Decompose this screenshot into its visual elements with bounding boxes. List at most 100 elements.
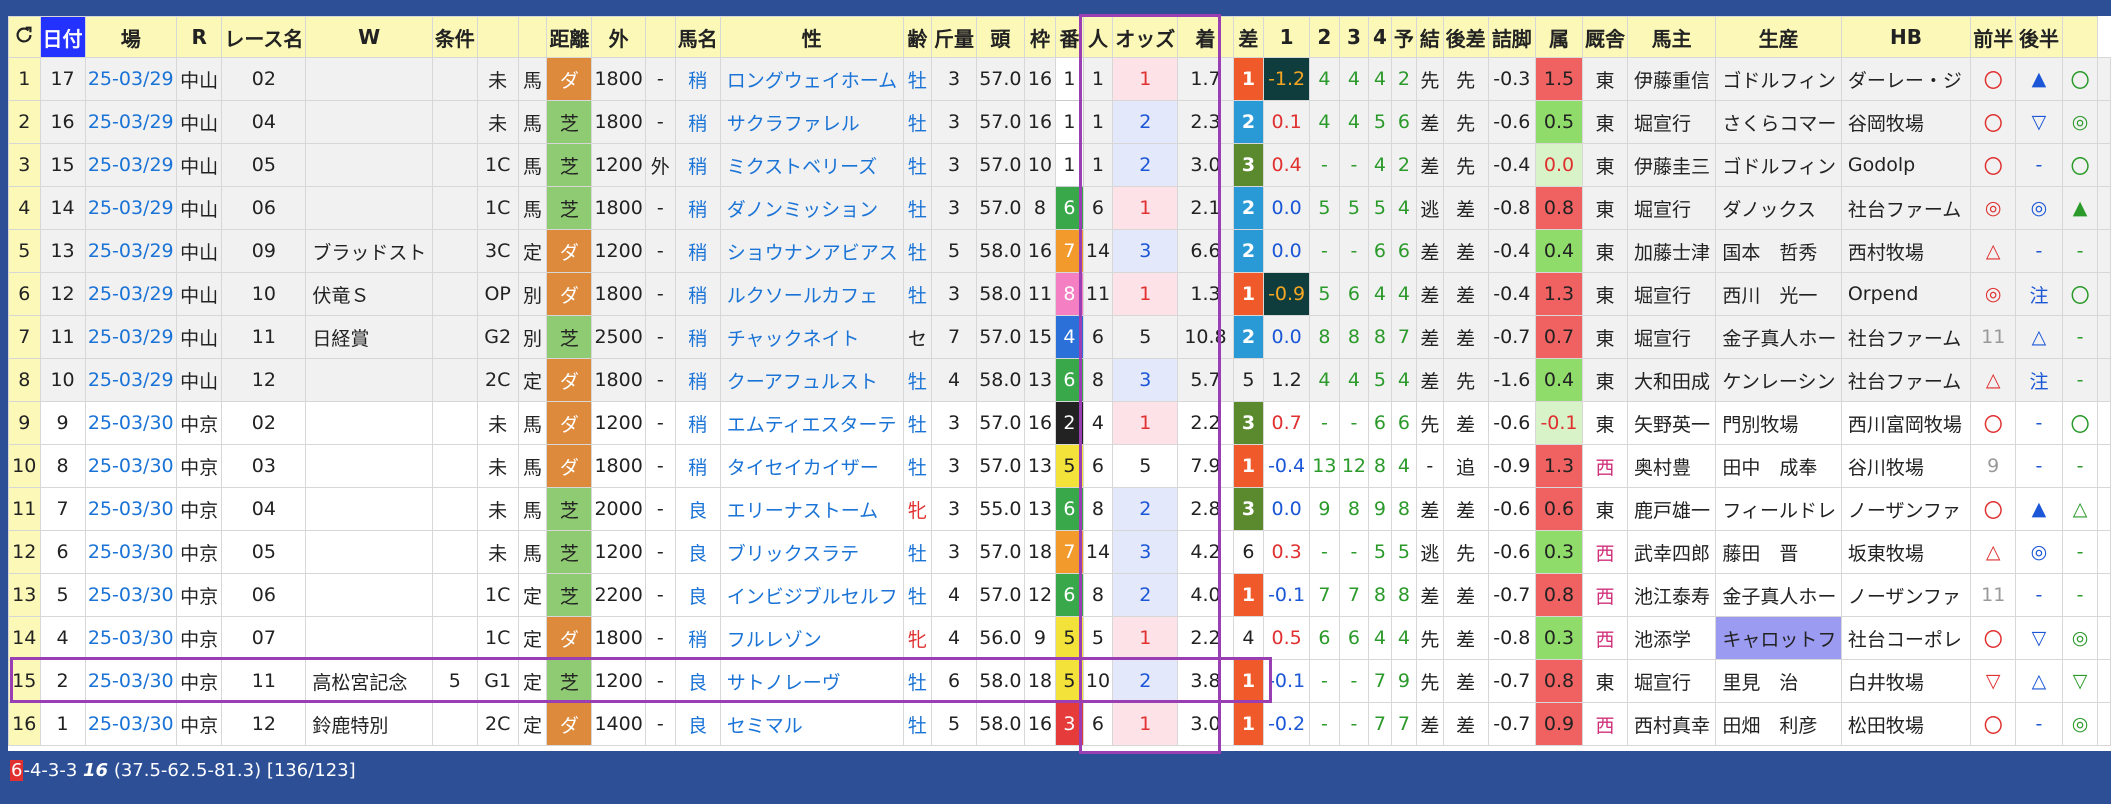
cell-diff: 0.0 [1263,186,1311,230]
cell-date[interactable]: 25-03/29 [84,358,177,402]
cell-race [305,487,433,531]
cell-p3: 4 [1368,272,1392,316]
cell-horse[interactable]: チャックネイト [719,315,904,359]
cell-breeder: 社台コーポレ [1840,616,1972,660]
cell-date[interactable]: 25-03/29 [84,100,177,144]
table-row[interactable]: 14 4 25-03/30 中京 07 1C 定ダ 1800- 稍フルレゾン牝 4 56.0 9 5 5 1… [8,616,2111,660]
cell-zen: ▲ [2015,57,2063,101]
cell-horse[interactable]: エムティエスターテ [719,401,904,445]
table-row[interactable]: 2 16 25-03/29 中山 04 未馬芝 1800- 稍サクラファレル牡 3 57.0 16 1… [8,100,2111,144]
cell-out: - [644,229,676,273]
cell-race [305,57,433,101]
cell-pop: 5 [1112,444,1179,488]
cell-horse[interactable]: エリーナストーム [719,487,904,531]
cell-horse[interactable]: クーアフュルスト [719,358,904,402]
cell-age: 3 [931,272,978,316]
cell-stable: 池添学 [1626,616,1717,660]
cell-horse[interactable]: ミクストベリーズ [719,143,904,187]
table-row[interactable]: 9 9 25-03/30 中京 02 未馬ダ 1200- 稍エムティエスターテ牡 3 57.0 16… [8,401,2111,445]
cell-horse[interactable]: サクラファレル [719,100,904,144]
table-row[interactable]: 13 5 25-03/30 中京 06 1C 定芝 2200- 良インビジブルセルフ牡 4 57.0… [8,573,2111,617]
cell-date[interactable]: 25-03/30 [84,401,177,445]
cell-w [431,272,478,316]
cell-p1: - [1309,143,1340,187]
cell-horse[interactable]: ルクソールカフェ [719,272,904,316]
cell-surf: ダ [546,616,593,660]
cell-place: 中京 [175,616,223,660]
table-row[interactable]: 5 13 25-03/29 中山 09 ブラッドスト 3C 定ダ 1200- 稍ショウナンアビアス… [8,229,2111,273]
cell-ke: 先 [1442,143,1489,187]
cell-wt: 58.0 [976,358,1025,402]
cell-date[interactable]: 25-03/29 [84,315,177,359]
table-row[interactable]: 6 12 25-03/29 中山 10 伏竜Ｓ OP 別ダ 1800- 稍ルクソールカフェ牡 3 58… [8,272,2111,316]
cell-breeder: 松田牧場 [1840,702,1972,746]
cell-horse[interactable]: サトノレーヴ [719,659,904,703]
cell-date[interactable]: 25-03/29 [84,186,177,230]
cell-breeder: 社台ファーム [1840,358,1972,402]
table-header-row: 日付場 R レース名 W 条件 距離外馬名性齢斤量頭枠番人オッズ着差 1 2 3 4 予結後差 詰脚属… [8,16,2111,58]
cell-owner: 門別牧場 [1715,401,1842,445]
cell-date[interactable]: 25-03/29 [84,57,177,101]
table-row[interactable]: 12 6 25-03/30 中京 05 未馬芝 1200- 良ブリックスラテ牡 3 57.0 18 7… [8,530,2111,574]
cell-date[interactable]: 25-03/30 [84,573,177,617]
refresh-icon[interactable] [8,16,41,58]
table-row[interactable]: 4 14 25-03/29 中山 06 1C 馬芝 1800- 稍ダノンミッション牡 3 57.0 8… [8,186,2111,230]
table-row[interactable]: 15 2 25-03/30 中京 11 高松宮記念 5 G1 定芝 1200- 良サトノレーヴ牡 6 5… [8,659,2111,703]
cell-ato: -0.4 [1487,143,1537,187]
cell-horse[interactable]: セミマル [719,702,904,746]
cell-diff: -0.9 [1263,272,1311,316]
cell-yo: 差 [1416,100,1444,144]
cell-zen: - [2015,444,2063,488]
cell-ato: -0.4 [1487,229,1537,273]
table-row[interactable]: 7 11 25-03/29 中山 11 日経賞 G2 別芝 2500- 稍チャックネイトセ 7 57.… [8,315,2111,359]
cell-odds: 2.8 [1177,487,1234,531]
cell-wt: 57.0 [976,143,1025,187]
cell-w [431,100,478,144]
cell-horse[interactable]: ショウナンアビアス [719,229,904,273]
cell-horse[interactable]: インビジブルセルフ [719,573,904,617]
cell-owner: フィールドレ [1715,487,1842,531]
cell-cond: 良 [674,659,721,703]
cell-date[interactable]: 25-03/30 [84,530,177,574]
table-row[interactable]: 10 8 25-03/30 中京 03 未馬ダ 1800- 稍タイセイカイザー牡 3 57.0 13… [8,444,2111,488]
cell-dist: 1800 [591,57,646,101]
cell-wt: 57.0 [976,315,1025,359]
cell-heads: 18 [1023,530,1057,574]
cell-date[interactable]: 25-03/29 [84,143,177,187]
cell-date[interactable]: 25-03/30 [84,616,177,660]
table-row[interactable]: 1 17 25-03/29 中山 02 未馬ダ 1800- 稍ロングウェイホーム牡 3 57.0 1… [8,57,2111,101]
cell-date[interactable]: 25-03/29 [84,272,177,316]
cell-horse[interactable]: フルレゾン [719,616,904,660]
table-row[interactable]: 3 15 25-03/29 中山 05 1C 馬芝 1200 外稍ミクストベリーズ牡 3 57.0 1… [8,143,2111,187]
table-row[interactable]: 8 10 25-03/29 中山 12 2C 定ダ 1800- 稍クーアフュルスト牡 4 58.0 1… [8,358,2111,402]
cell-p4: 7 [1390,702,1418,746]
cell-date[interactable]: 25-03/29 [84,229,177,273]
cell-p2: - [1338,401,1370,445]
header-col-34: 生産 [1715,16,1842,58]
cell-odds: 2.3 [1177,100,1234,144]
cell-pad [2097,100,2111,144]
header-col-29: 後差 [1442,16,1489,58]
cell-cond: 良 [674,573,721,617]
cell-wt: 58.0 [976,272,1025,316]
cell-horse[interactable]: ロングウェイホーム [719,57,904,101]
cell-heads: 16 [1023,100,1057,144]
table-row[interactable]: 16 1 25-03/30 中京 12 鈴鹿特別 2C 定ダ 1400- 良セミマル牡 5 58.0 1… [8,702,2111,746]
cell-date[interactable]: 25-03/30 [84,444,177,488]
cell-w [431,143,478,187]
cell-horse[interactable]: ダノンミッション [719,186,904,230]
header-col-37: 後半 [2015,16,2063,58]
cell-place: 中京 [175,530,223,574]
cell-date[interactable]: 25-03/30 [84,659,177,703]
cell-horse[interactable]: タイセイカイザー [719,444,904,488]
cell-pop: 3 [1112,229,1179,273]
cell-race [305,186,433,230]
cell-horse[interactable]: ブリックスラテ [719,530,904,574]
cell-zen: ◎ [2015,530,2063,574]
cell-date[interactable]: 25-03/30 [84,702,177,746]
cell-date[interactable]: 25-03/30 [84,487,177,531]
table-row[interactable]: 11 7 25-03/30 中京 04 未馬芝 2000- 良エリーナストーム牝 3 55.0 13… [8,487,2111,531]
cell-c2: 馬 [517,487,548,531]
cell-pop: 1 [1112,186,1179,230]
cell-c2: 馬 [517,143,548,187]
